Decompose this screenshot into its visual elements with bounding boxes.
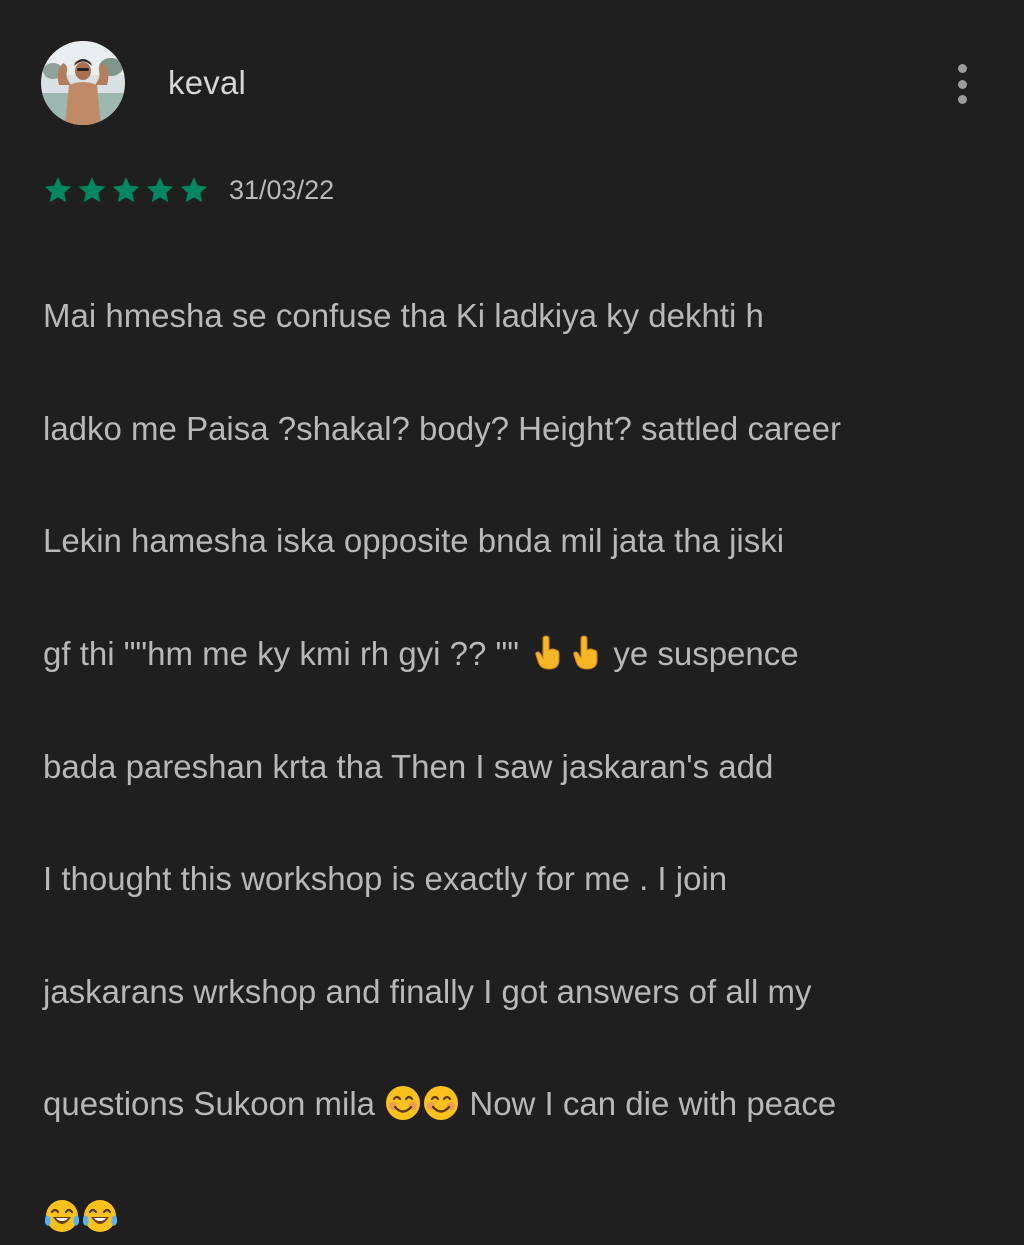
author-name: keval (168, 64, 247, 101)
review-line: jaskarans wrkshop and finally I got answ… (43, 972, 812, 1010)
review-header: keval (41, 41, 246, 125)
review-line: ye suspence (604, 635, 799, 673)
user-photo-avatar-icon (41, 41, 125, 125)
rating-row: 31/03/22 (43, 170, 334, 210)
review-line: I thought this workshop is exactly for m… (43, 860, 728, 898)
more-vert-icon[interactable] (952, 64, 972, 104)
star-icon (179, 176, 209, 205)
star-icon (43, 176, 73, 205)
review-line: questions Sukoon mila (43, 1085, 385, 1123)
star-icon (111, 176, 141, 205)
tears-of-joy-emoji (82, 1198, 118, 1234)
avatar[interactable] (41, 41, 125, 125)
menu-dot (957, 79, 967, 89)
star-icon (77, 176, 107, 205)
review-line: Lekin hamesha iska opposite bnda mil jat… (43, 522, 785, 560)
review-line: ladko me Paisa ?shakal? body? Height? sa… (43, 409, 841, 447)
smiling-face-emoji (423, 1085, 459, 1121)
smiling-face-emoji (385, 1085, 421, 1121)
review-line: gf thi ""hm me ky kmi rh gyi ?? "" (43, 635, 529, 673)
pointing-down-hand-emoji (567, 635, 603, 671)
menu-dot (957, 64, 967, 73)
pointing-down-hand-emoji (529, 635, 565, 671)
review-date: 31/03/22 (229, 174, 335, 205)
menu-dot (957, 95, 967, 104)
review-line: bada pareshan krta tha Then I saw jaskar… (43, 747, 774, 785)
review-card: keval 31/03/22 Mai hmesha se confuse tha… (0, 0, 1024, 1233)
star-icon (145, 176, 175, 205)
tears-of-joy-emoji (44, 1198, 80, 1234)
review-line: Mai hmesha se confuse tha Ki ladkiya ky … (43, 297, 764, 335)
review-line: Now I can die with peace (460, 1085, 837, 1123)
star-rating (43, 176, 213, 205)
review-text: Mai hmesha se confuse tha Ki ladkiya ky … (43, 232, 1003, 1245)
